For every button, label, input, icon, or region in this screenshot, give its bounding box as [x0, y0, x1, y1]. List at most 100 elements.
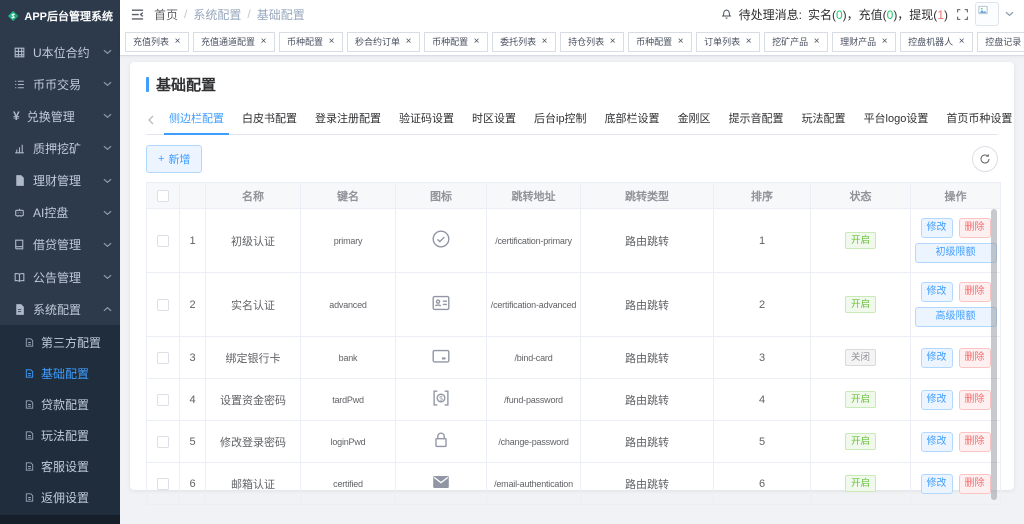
avatar[interactable] [975, 2, 999, 26]
tab-close-icon[interactable]: × [607, 36, 618, 47]
sidebar-subitem-label: 客服设置 [41, 458, 89, 475]
tab-item[interactable]: 币种配置× [424, 32, 488, 52]
subtab-home-coin-config[interactable]: 首页币种设置 [941, 105, 1017, 135]
topbar: 首页 / 系统配置 / 基础配置 待处理消息: 实名(0)，充值(0)，提现(1… [120, 0, 1024, 28]
subtab-captcha-config[interactable]: 验证码设置 [394, 105, 459, 135]
tab-label: 币种配置 [287, 35, 323, 48]
chevron-down-icon[interactable] [1005, 11, 1014, 17]
refresh-button[interactable] [972, 146, 998, 172]
edit-button[interactable]: 修改 [921, 282, 953, 302]
tab-close-icon[interactable]: × [879, 36, 890, 47]
sidebar-item-third-party-config[interactable]: 第三方配置 [0, 327, 120, 358]
tab-item[interactable]: 订单列表× [696, 32, 760, 52]
tab-close-icon[interactable]: × [539, 36, 550, 47]
subtab-kingkong-config[interactable]: 金刚区 [673, 105, 716, 135]
delete-button[interactable]: 删除 [959, 390, 991, 410]
tab-close-icon[interactable]: × [172, 36, 183, 47]
sidebar-item-rebate-config[interactable]: 返佣设置 [0, 482, 120, 513]
scroll-left-icon[interactable] [146, 115, 156, 125]
subtab-login-register-config[interactable]: 登录注册配置 [310, 105, 386, 135]
tab-item[interactable]: 委托列表× [492, 32, 556, 52]
delete-button[interactable]: 删除 [959, 218, 991, 238]
select-all-checkbox[interactable] [157, 190, 169, 202]
sidebar-item-service-config[interactable]: 客服设置 [0, 451, 120, 482]
fullscreen-icon[interactable] [956, 8, 969, 21]
row-checkbox[interactable] [157, 299, 169, 311]
system-config-submenu: 第三方配置 基础配置 贷款配置 玩法配置 客服设置 [0, 325, 120, 515]
sidebar-item-label: 兑换管理 [27, 108, 96, 125]
delete-button[interactable]: 删除 [959, 474, 991, 494]
edit-button[interactable]: 修改 [921, 432, 953, 452]
tab-item[interactable]: 控盘记录× [977, 32, 1024, 52]
sidebar-item-play-config[interactable]: 玩法配置 [0, 420, 120, 451]
subtab-whitepaper-config[interactable]: 白皮书配置 [237, 105, 302, 135]
subtab-timezone-config[interactable]: 时区设置 [467, 105, 521, 135]
sidebar-item-label: 质押挖矿 [33, 140, 96, 157]
tab-item[interactable]: 控盘机器人× [900, 32, 973, 52]
tab-close-icon[interactable]: × [403, 36, 414, 47]
subtab-sidebar-config[interactable]: 侧边栏配置 [164, 105, 229, 135]
row-checkbox[interactable] [157, 352, 169, 364]
chevron-down-icon [103, 49, 112, 55]
tab-close-icon[interactable]: × [811, 36, 822, 47]
sidebar-item-mining[interactable]: 质押挖矿 [0, 132, 120, 164]
sidebar-item-wealth[interactable]: 理财管理 [0, 165, 120, 197]
subtab-play-config[interactable]: 玩法配置 [797, 105, 851, 135]
tab-item[interactable]: 充值通道配置× [193, 32, 275, 52]
tab-item[interactable]: 币种配置× [279, 32, 343, 52]
tab-label: 订单列表 [704, 35, 740, 48]
primary-limit-button[interactable]: 初级限额 [915, 243, 997, 263]
sidebar-item-loan[interactable]: 借贷管理 [0, 229, 120, 261]
sidebar-item-exchange[interactable]: ¥ 兑换管理 [0, 100, 120, 132]
edit-button[interactable]: 修改 [921, 348, 953, 368]
subtab-sound-config[interactable]: 提示音配置 [724, 105, 789, 135]
fund-password-icon: $ [430, 387, 452, 409]
table-scrollbar[interactable] [991, 209, 997, 500]
sidebar-item-coin-trade[interactable]: 币币交易 [0, 68, 120, 100]
finance-doc-icon [13, 174, 26, 187]
delete-button[interactable]: 删除 [959, 282, 991, 302]
breadcrumb-home[interactable]: 首页 [154, 6, 178, 23]
tab-close-icon[interactable]: × [326, 36, 337, 47]
row-checkbox[interactable] [157, 235, 169, 247]
sidebar-item-ai[interactable]: AI控盘 [0, 197, 120, 229]
tab-item[interactable]: 秒合约订单× [347, 32, 420, 52]
sidebar-item-announcement[interactable]: 公告管理 [0, 261, 120, 293]
advanced-limit-button[interactable]: 高级限额 [915, 307, 997, 327]
row-checkbox[interactable] [157, 436, 169, 448]
chevron-down-icon [103, 178, 112, 184]
pending-messages[interactable]: 实名(0)，充值(0)，提现(1) [808, 6, 948, 23]
row-sort: 4 [714, 379, 811, 421]
grid-icon [13, 46, 26, 59]
tab-close-icon[interactable]: × [956, 36, 967, 47]
tab-item[interactable]: 理财产品× [832, 32, 896, 52]
opened-tabs-bar: 充值列表× 充值通道配置× 币种配置× 秒合约订单× 币种配置× 委托列表× 持… [120, 28, 1024, 56]
row-url: /fund-password [487, 379, 581, 421]
bell-icon[interactable] [720, 8, 733, 21]
delete-button[interactable]: 删除 [959, 432, 991, 452]
delete-button[interactable]: 删除 [959, 348, 991, 368]
tab-close-icon[interactable]: × [258, 36, 269, 47]
sidebar-item-loan-config[interactable]: 贷款配置 [0, 389, 120, 420]
sidebar-item-system-config[interactable]: 系统配置 [0, 293, 120, 325]
sidebar-item-basic-config[interactable]: 基础配置 [0, 358, 120, 389]
subtab-logo-config[interactable]: 平台logo设置 [859, 105, 934, 135]
collapse-sidebar-icon[interactable] [130, 7, 145, 22]
tab-close-icon[interactable]: × [743, 36, 754, 47]
tab-close-icon[interactable]: × [471, 36, 482, 47]
msg-text: )，提现( [893, 8, 937, 22]
row-checkbox[interactable] [157, 478, 169, 490]
tab-item[interactable]: 持仓列表× [560, 32, 624, 52]
sidebar-item-u-contract[interactable]: U本位合约 [0, 36, 120, 68]
edit-button[interactable]: 修改 [921, 390, 953, 410]
subtab-footer-config[interactable]: 底部栏设置 [600, 105, 665, 135]
edit-button[interactable]: 修改 [921, 474, 953, 494]
add-button[interactable]: + 新增 [146, 145, 202, 173]
tab-item[interactable]: 充值列表× [125, 32, 189, 52]
tab-close-icon[interactable]: × [675, 36, 686, 47]
tab-item[interactable]: 挖矿产品× [764, 32, 828, 52]
row-checkbox[interactable] [157, 394, 169, 406]
edit-button[interactable]: 修改 [921, 218, 953, 238]
subtab-admin-ip-config[interactable]: 后台ip控制 [529, 105, 592, 135]
tab-item[interactable]: 币种配置× [628, 32, 692, 52]
